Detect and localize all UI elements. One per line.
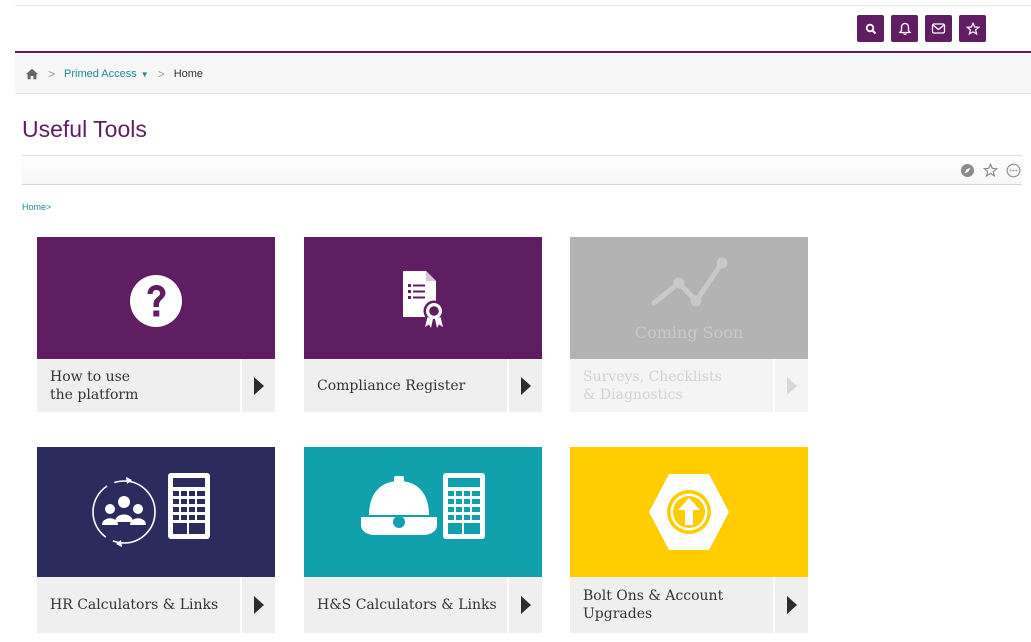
tile-arrow-button[interactable] bbox=[240, 577, 275, 633]
tile-footer: Surveys, Checklists & Diagnostics bbox=[570, 359, 808, 412]
tile-compliance-register[interactable]: Compliance Register bbox=[304, 237, 542, 412]
tile-label-line: & Diagnostics bbox=[583, 386, 683, 403]
tile-label: Bolt Ons & Account Upgrades bbox=[583, 587, 768, 623]
breadcrumb-separator: > bbox=[157, 67, 165, 81]
tile-bolt-ons[interactable]: Bolt Ons & Account Upgrades bbox=[570, 447, 808, 633]
tile-image: Coming Soon bbox=[570, 237, 808, 359]
notifications-button[interactable] bbox=[891, 15, 918, 42]
page-title: Useful Tools bbox=[22, 116, 147, 142]
breadcrumb-separator: > bbox=[48, 67, 56, 81]
star-icon bbox=[965, 21, 980, 35]
tile-footer: Compliance Register bbox=[304, 359, 542, 412]
tile-label-line: Surveys, Checklists bbox=[583, 368, 722, 385]
tile-arrow-button[interactable] bbox=[773, 577, 808, 633]
breadcrumb: > Primed Access ▼ > Home bbox=[15, 55, 1031, 94]
hardhat-calculator-icon bbox=[361, 473, 485, 539]
tile-image bbox=[37, 237, 275, 359]
bell-icon bbox=[898, 22, 911, 35]
home-link-icon[interactable] bbox=[25, 68, 39, 80]
tile-label: H&S Calculators & Links bbox=[317, 597, 497, 613]
tile-arrow-button[interactable] bbox=[240, 359, 275, 412]
tile-label: How to use the platform bbox=[50, 368, 235, 404]
search-button[interactable] bbox=[857, 15, 884, 42]
tile-footer: How to use the platform bbox=[37, 359, 275, 412]
breadcrumb-current: Home bbox=[173, 68, 204, 80]
tile-footer: Bolt Ons & Account Upgrades bbox=[570, 577, 808, 633]
play-arrow-icon bbox=[786, 376, 797, 395]
tile-image bbox=[304, 237, 542, 359]
tile-arrow-button[interactable] bbox=[507, 577, 542, 633]
play-arrow-icon bbox=[520, 376, 531, 395]
certificate-document-icon bbox=[403, 271, 445, 328]
tile-label: Compliance Register bbox=[317, 377, 466, 394]
favorites-button[interactable] bbox=[959, 15, 986, 42]
breadcrumb-section-link[interactable]: Primed Access bbox=[64, 68, 137, 80]
tile-arrow-button[interactable] bbox=[507, 359, 542, 412]
chevron-down-icon[interactable]: ▼ bbox=[141, 70, 149, 79]
tile-arrow-button bbox=[773, 359, 808, 412]
question-icon bbox=[130, 275, 182, 327]
top-header bbox=[15, 5, 1031, 53]
search-icon bbox=[865, 23, 876, 34]
tile-footer: HR Calculators & Links bbox=[37, 577, 275, 633]
tile-label-line: the platform bbox=[50, 386, 139, 403]
tile-label-line: Bolt Ons & Account bbox=[583, 588, 724, 604]
tile-how-to-use[interactable]: How to use the platform bbox=[37, 237, 275, 412]
tile-label-line: How to use bbox=[50, 368, 131, 385]
line-chart-icon bbox=[651, 257, 728, 307]
play-arrow-icon bbox=[786, 596, 797, 614]
page-toolbar bbox=[22, 156, 1022, 185]
coming-soon-overlay: Coming Soon bbox=[634, 323, 744, 342]
home-breadcrumb-link[interactable]: Home> bbox=[22, 202, 51, 212]
tile-footer: H&S Calculators & Links bbox=[304, 577, 542, 633]
messages-button[interactable] bbox=[925, 15, 952, 42]
tile-hs-calculators[interactable]: H&S Calculators & Links bbox=[304, 447, 542, 633]
tile-label-line: Upgrades bbox=[583, 606, 653, 622]
people-calculator-icon bbox=[92, 473, 210, 547]
bolt-upgrade-icon bbox=[649, 474, 729, 550]
tile-image bbox=[37, 447, 275, 577]
tile-hr-calculators[interactable]: HR Calculators & Links bbox=[37, 447, 275, 633]
tile-image bbox=[570, 447, 808, 577]
header-actions bbox=[857, 15, 986, 42]
star-outline-icon[interactable] bbox=[982, 162, 999, 179]
play-arrow-icon bbox=[253, 376, 264, 395]
more-icon[interactable] bbox=[1005, 162, 1022, 179]
play-arrow-icon bbox=[520, 596, 531, 614]
tile-label: HR Calculators & Links bbox=[50, 597, 219, 613]
tile-surveys-checklists: Coming Soon Surveys, Checklists & Diagno… bbox=[570, 237, 808, 412]
tile-image bbox=[304, 447, 542, 577]
play-arrow-icon bbox=[253, 596, 264, 614]
tile-label: Surveys, Checklists & Diagnostics bbox=[583, 368, 768, 404]
home-icon bbox=[25, 68, 39, 80]
compass-icon[interactable] bbox=[959, 162, 976, 179]
mail-icon bbox=[931, 23, 946, 34]
